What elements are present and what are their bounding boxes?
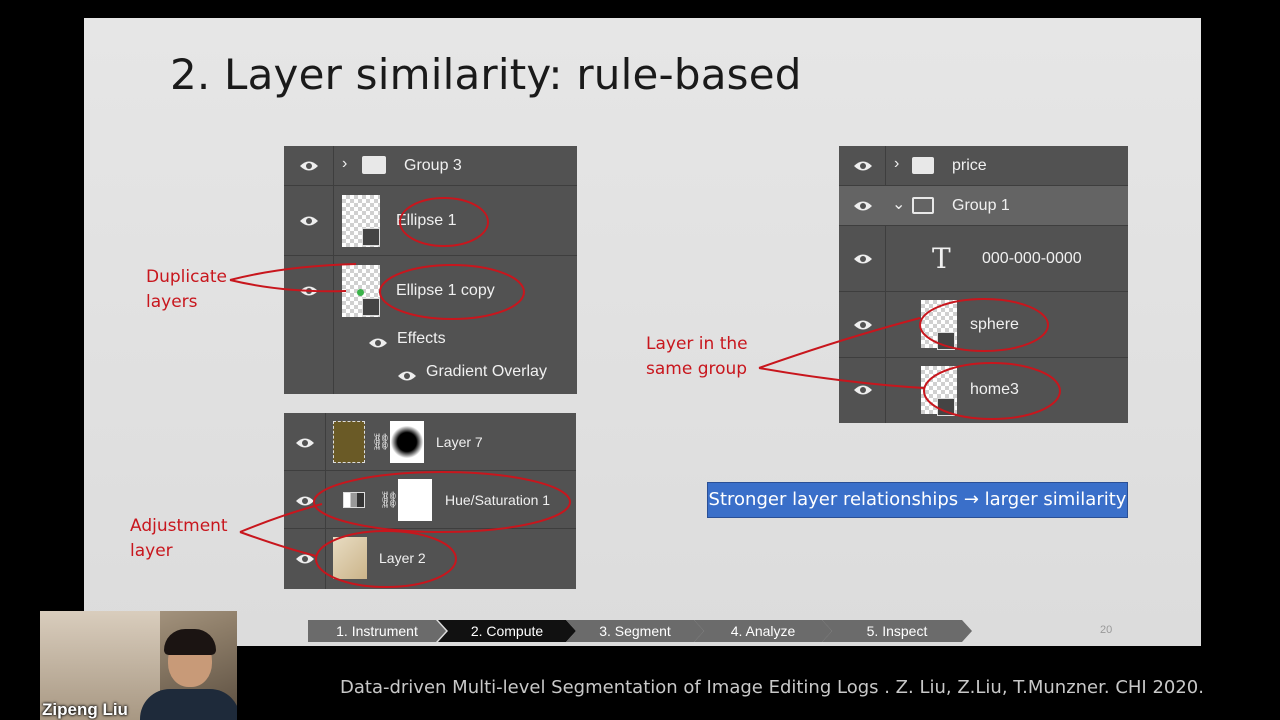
layer-mask-thumbnail — [390, 421, 424, 463]
gradient-overlay-label: Gradient Overlay — [426, 363, 547, 380]
eye-icon[interactable] — [299, 285, 319, 297]
annotation-duplicate-layers: Duplicate layers — [146, 267, 227, 312]
speaker-figure — [140, 689, 237, 720]
folder-icon — [362, 156, 386, 174]
layer-name: price — [952, 157, 987, 174]
step-inspect: 5. Inspect — [822, 620, 972, 642]
slide: 2. Layer similarity: rule-based › Group … — [84, 18, 1201, 646]
eye-icon[interactable] — [853, 384, 873, 396]
eye-icon[interactable] — [397, 370, 417, 382]
slide-title: 2. Layer similarity: rule-based — [170, 50, 802, 99]
layer-name: home3 — [970, 381, 1019, 398]
speaker-name: Zipeng Liu — [42, 700, 128, 719]
layer-row-group1[interactable]: ⌄ Group 1 — [839, 186, 1128, 226]
layer-row-ellipse1[interactable]: Ellipse 1 — [284, 186, 577, 256]
step-instrument: 1. Instrument — [308, 620, 446, 642]
eye-icon[interactable] — [853, 160, 873, 172]
eye-icon[interactable] — [368, 337, 388, 349]
layer-row-price[interactable]: › price — [839, 146, 1128, 186]
green-dot-icon — [357, 289, 364, 296]
layer-name: Layer 7 — [436, 434, 483, 450]
layer-row-hue-saturation[interactable]: ⛓ Hue/Saturation 1 — [284, 471, 576, 529]
speaker-webcam: Zipeng Liu — [40, 611, 237, 720]
eye-icon[interactable] — [299, 215, 319, 227]
layer-name: 000-000-0000 — [982, 250, 1082, 267]
step-analyze: 4. Analyze — [694, 620, 832, 642]
folder-icon — [912, 157, 934, 174]
annotation-same-group: Layer in the same group — [646, 334, 748, 379]
smart-object-icon — [937, 332, 955, 350]
layer-row-home3[interactable]: home3 — [839, 358, 1128, 422]
layer-row-ellipse1-copy[interactable]: Ellipse 1 copy — [284, 256, 577, 326]
layer-gradient-overlay-row[interactable]: Gradient Overlay — [284, 358, 577, 392]
layer-name: Layer 2 — [379, 550, 426, 566]
shape-layer-icon — [362, 298, 380, 316]
link-icon: ⛓ — [371, 434, 392, 451]
layer-name: Ellipse 1 — [396, 212, 457, 229]
eye-icon[interactable] — [853, 200, 873, 212]
layers-panel-group3: › Group 3 Ellipse 1 Ellipse 1 copy Effec… — [284, 146, 577, 394]
layer-effects-row[interactable]: Effects — [284, 326, 577, 358]
layer-name: Ellipse 1 copy — [396, 282, 495, 299]
layer-row-text[interactable]: T 000-000-0000 — [839, 226, 1128, 292]
annotation-adjustment-layer: Adjustment layer — [130, 516, 228, 561]
step-compute: 2. Compute — [438, 620, 576, 642]
smart-object-icon — [937, 398, 955, 416]
layer-name: Group 3 — [404, 157, 462, 174]
eye-icon[interactable] — [853, 253, 873, 265]
key-message-callout: Stronger layer relationships → larger si… — [707, 482, 1128, 518]
layer-row-sphere[interactable]: sphere — [839, 292, 1128, 358]
chevron-down-icon[interactable]: ⌄ — [892, 194, 905, 214]
slide-page-number: 20 — [1100, 624, 1113, 636]
effects-label: Effects — [397, 330, 446, 347]
paper-citation: Data-driven Multi-level Segmentation of … — [340, 677, 1204, 698]
shape-layer-icon — [362, 228, 380, 246]
layers-panel-adjustment: ⛓ Layer 7 ⛓ Hue/Saturation 1 Layer 2 — [284, 413, 576, 589]
layer-mask-thumbnail — [398, 479, 432, 521]
folder-open-icon — [912, 197, 934, 214]
text-layer-icon: T — [932, 242, 951, 275]
step-segment: 3. Segment — [566, 620, 704, 642]
chevron-right-icon[interactable]: › — [894, 155, 899, 173]
layer-row-layer7[interactable]: ⛓ Layer 7 — [284, 413, 576, 471]
layer-thumbnail — [333, 421, 365, 463]
layer-name: Hue/Saturation 1 — [445, 492, 551, 508]
layers-panel-group1: › price ⌄ Group 1 T 000-000-0000 sphere … — [839, 146, 1128, 423]
eye-icon[interactable] — [299, 160, 319, 172]
layer-thumbnail — [333, 537, 367, 579]
layer-name: sphere — [970, 316, 1019, 333]
eye-icon[interactable] — [295, 553, 315, 565]
layer-row-layer2[interactable]: Layer 2 — [284, 529, 576, 587]
eye-icon[interactable] — [295, 437, 315, 449]
adjustment-layer-icon — [343, 492, 365, 508]
layer-row-group3[interactable]: › Group 3 — [284, 146, 577, 186]
chevron-right-icon[interactable]: › — [342, 155, 347, 173]
link-icon: ⛓ — [379, 492, 400, 509]
eye-icon[interactable] — [853, 319, 873, 331]
layer-name: Group 1 — [952, 197, 1010, 214]
eye-icon[interactable] — [295, 495, 315, 507]
